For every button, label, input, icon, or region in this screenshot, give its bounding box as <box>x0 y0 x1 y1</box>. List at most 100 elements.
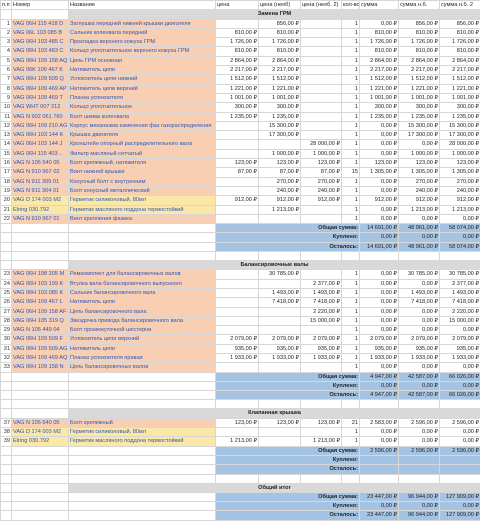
price-nb2-cell[interactable] <box>301 84 342 93</box>
price-nb2-cell[interactable] <box>301 19 342 28</box>
empty-cell[interactable] <box>1 381 12 390</box>
empty-cell[interactable] <box>69 252 216 261</box>
price-nb2-cell[interactable] <box>301 363 342 372</box>
empty-cell[interactable] <box>12 252 69 261</box>
part-name-cell[interactable]: Винт крепления фазика <box>69 214 216 223</box>
empty-cell[interactable] <box>69 381 216 390</box>
row-number-cell[interactable]: 38 <box>1 428 12 437</box>
quantity-cell[interactable]: 1 <box>342 131 360 140</box>
price-nb2-cell[interactable]: 1 493,00 ₽ <box>301 288 342 297</box>
sum-nb2-cell[interactable]: 1 933,00 ₽ <box>440 353 480 362</box>
part-number-cell[interactable]: VAG 06H 109 467 L <box>12 298 69 307</box>
price-cell[interactable]: 123,00 ₽ <box>216 418 259 427</box>
part-name-cell[interactable]: Натяжитель цепи верхний <box>69 84 216 93</box>
sum-nb2-cell[interactable]: 1 221,00 ₽ <box>440 84 480 93</box>
price-nb-cell[interactable] <box>259 363 301 372</box>
quantity-cell[interactable]: 1 <box>342 186 360 195</box>
quantity-cell[interactable]: 1 <box>342 335 360 344</box>
row-number-cell[interactable]: 17 <box>1 168 12 177</box>
row-number-cell[interactable]: 6 <box>1 66 12 75</box>
price-cell[interactable]: 2 864,00 ₽ <box>216 56 259 65</box>
price-cell[interactable]: 1 512,00 ₽ <box>216 75 259 84</box>
part-name-cell[interactable]: Прокладка верхнего кожуха ГРМ <box>69 38 216 47</box>
empty-cell[interactable] <box>440 252 480 261</box>
header-cell[interactable]: Номер <box>12 1 69 10</box>
empty-cell[interactable] <box>360 474 399 483</box>
empty-cell[interactable] <box>1 409 12 418</box>
empty-cell[interactable] <box>69 391 216 400</box>
row-number-cell[interactable]: 39 <box>1 437 12 446</box>
sum-nb2-cell[interactable]: 7 418,00 ₽ <box>440 298 480 307</box>
totals-label[interactable]: Куплено: <box>216 233 360 242</box>
quantity-cell[interactable]: 1 <box>342 270 360 279</box>
sum-nb2-cell[interactable]: 1 213,00 ₽ <box>440 205 480 214</box>
part-number-cell[interactable]: VAG WHT 007 212 <box>12 103 69 112</box>
price-cell[interactable] <box>216 205 259 214</box>
sum-nb-cell[interactable]: 1 512,00 ₽ <box>399 75 440 84</box>
totals-sum-nb-cell[interactable] <box>399 465 440 474</box>
sum-cell[interactable]: 1 726,00 ₽ <box>360 38 399 47</box>
part-name-cell[interactable]: Успокоитель цепи верхний <box>69 335 216 344</box>
sum-cell[interactable]: 0,00 ₽ <box>360 363 399 372</box>
price-nb2-cell[interactable] <box>301 121 342 130</box>
price-nb-cell[interactable] <box>259 316 301 325</box>
empty-cell[interactable] <box>301 474 342 483</box>
sum-nb2-cell[interactable]: 270,00 ₽ <box>440 177 480 186</box>
row-number-cell[interactable]: 9 <box>1 93 12 102</box>
empty-cell[interactable] <box>69 465 216 474</box>
price-nb-cell[interactable]: 1 493,00 ₽ <box>259 288 301 297</box>
quantity-cell[interactable]: 21 <box>342 418 360 427</box>
quantity-cell[interactable]: 1 <box>342 84 360 93</box>
part-number-cell[interactable]: Elring 030.792 <box>12 205 69 214</box>
quantity-cell[interactable]: 1 <box>342 326 360 335</box>
sum-nb-cell[interactable]: 1 726,00 ₽ <box>399 38 440 47</box>
part-name-cell[interactable]: Натяжитель цепи <box>69 66 216 75</box>
price-cell[interactable] <box>216 149 259 158</box>
sum-cell[interactable]: 0,00 ₽ <box>360 428 399 437</box>
sum-nb2-cell[interactable]: 0,00 ₽ <box>440 437 480 446</box>
part-name-cell[interactable]: Фильтр масляный сетчатый <box>69 149 216 158</box>
empty-cell[interactable] <box>259 400 301 409</box>
row-number-cell[interactable]: 29 <box>1 326 12 335</box>
empty-cell[interactable] <box>399 400 440 409</box>
price-cell[interactable]: 2 217,00 ₽ <box>216 66 259 75</box>
sum-nb-cell[interactable]: 1 213,00 ₽ <box>399 205 440 214</box>
price-cell[interactable] <box>216 326 259 335</box>
sum-nb-cell[interactable]: 2 864,00 ₽ <box>399 56 440 65</box>
empty-cell[interactable] <box>440 400 480 409</box>
empty-cell[interactable] <box>342 252 360 261</box>
price-nb-cell[interactable]: 17 300,00 ₽ <box>259 131 301 140</box>
price-nb-cell[interactable]: 935,00 ₽ <box>259 344 301 353</box>
sum-cell[interactable]: 1 933,00 ₽ <box>360 353 399 362</box>
totals-sum-nb-cell[interactable]: 96 944,00 ₽ <box>399 511 440 520</box>
price-nb-cell[interactable]: 87,00 ₽ <box>259 168 301 177</box>
price-cell[interactable] <box>216 316 259 325</box>
sum-nb2-cell[interactable]: 1 512,00 ₽ <box>440 75 480 84</box>
part-number-cell[interactable]: VAG N 910 967 02 <box>12 168 69 177</box>
part-number-cell[interactable]: VAG D 174 003 M2 <box>12 196 69 205</box>
totals-label[interactable]: Общая сумма: <box>216 492 360 501</box>
empty-cell[interactable] <box>1 511 12 520</box>
sum-nb-cell[interactable]: 0,00 ₽ <box>399 363 440 372</box>
part-number-cell[interactable]: VAG 06H 103 085 K <box>12 288 69 297</box>
price-cell[interactable] <box>216 307 259 316</box>
part-number-cell[interactable]: VAG 06H 198 205 M <box>12 270 69 279</box>
header-cell[interactable]: сумма н.б. 2 <box>440 1 480 10</box>
price-nb-cell[interactable]: 2 864,00 ₽ <box>259 56 301 65</box>
row-number-cell[interactable]: 30 <box>1 335 12 344</box>
sum-nb2-cell[interactable]: 300,00 ₽ <box>440 103 480 112</box>
totals-label[interactable]: Осталось: <box>216 242 360 251</box>
totals-label[interactable]: Куплено: <box>216 381 360 390</box>
totals-sum-nb-cell[interactable]: 0,00 ₽ <box>399 502 440 511</box>
sum-nb2-cell[interactable]: 240,00 ₽ <box>440 186 480 195</box>
sum-cell[interactable]: 1 512,00 ₽ <box>360 75 399 84</box>
price-cell[interactable]: 87,00 ₽ <box>216 168 259 177</box>
totals-sum-nb2-cell[interactable]: 0,00 ₽ <box>440 502 480 511</box>
totals-label[interactable]: Общая сумма: <box>216 224 360 233</box>
price-cell[interactable]: 300,00 ₽ <box>216 103 259 112</box>
price-cell[interactable] <box>216 186 259 195</box>
empty-cell[interactable] <box>12 233 69 242</box>
price-nb-cell[interactable] <box>259 140 301 149</box>
section-title[interactable]: Клапанная крышка <box>69 409 480 418</box>
sum-nb2-cell[interactable]: 935,00 ₽ <box>440 344 480 353</box>
